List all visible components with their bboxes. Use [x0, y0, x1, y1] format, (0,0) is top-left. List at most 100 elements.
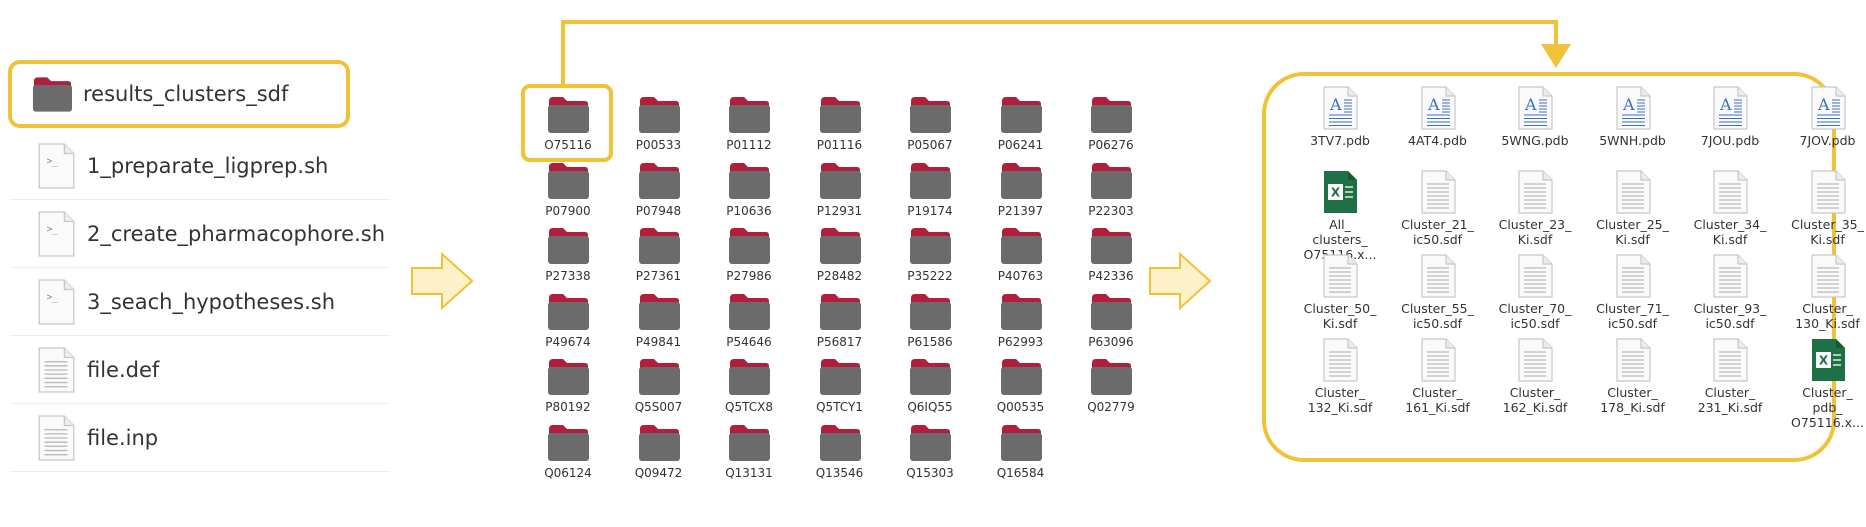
- folder-item[interactable]: P80192: [525, 355, 605, 419]
- folder-label: P63096: [1088, 334, 1134, 349]
- file-label: Cluster_ 162_Ki.sdf: [1502, 385, 1568, 415]
- folder-label: P54646: [726, 334, 772, 349]
- folder-label: Q15303: [906, 465, 954, 480]
- script-icon: >_: [36, 210, 76, 257]
- folder-item[interactable]: Q09472: [616, 421, 696, 485]
- folder-item[interactable]: P49841: [616, 290, 696, 354]
- folder-label: P07948: [635, 203, 682, 218]
- folder-item[interactable]: Q16584: [978, 421, 1058, 485]
- text-file-icon: [1712, 338, 1748, 382]
- folder-item[interactable]: P06276: [1068, 93, 1148, 157]
- file-label: 4AT4.pdb: [1408, 133, 1467, 148]
- folder-item[interactable]: P42336: [1068, 224, 1148, 288]
- list-item-label: file.inp: [87, 425, 159, 450]
- svg-text:>_: >_: [47, 155, 59, 166]
- folder-label: Q13546: [815, 465, 864, 480]
- folder-item[interactable]: Q02779: [1068, 355, 1148, 419]
- folder-item[interactable]: Q5TCX8: [706, 355, 786, 419]
- file-label: 7JOU.pdb: [1700, 133, 1760, 148]
- text-file-icon: [1517, 338, 1553, 382]
- folder-label: Q5TCX8: [725, 400, 773, 414]
- folder-item[interactable]: P01116: [797, 93, 877, 157]
- file-label: Cluster_70_ ic50.sdf: [1498, 301, 1572, 331]
- folder-item[interactable]: P06241: [978, 93, 1058, 157]
- folder-item[interactable]: P61586: [887, 290, 967, 354]
- svg-text:>_: >_: [47, 291, 59, 302]
- folder-item[interactable]: P19174: [887, 159, 967, 223]
- folder-item[interactable]: P00533: [616, 93, 696, 157]
- pdb-icon: A: [1517, 86, 1553, 130]
- folder-item[interactable]: P27986: [706, 224, 786, 288]
- right-arrow-icon: [411, 252, 474, 310]
- folder-label: P49841: [635, 334, 682, 349]
- folder-item[interactable]: P54646: [706, 290, 786, 354]
- spreadsheet-icon: X: [1810, 338, 1846, 382]
- folder-label: P27361: [635, 269, 682, 283]
- folder-item[interactable]: Q6IQ55: [887, 355, 967, 419]
- pdb-icon: A: [1322, 86, 1358, 130]
- folder-label: Q00535: [996, 400, 1045, 414]
- folder-item[interactable]: Q15303: [887, 421, 967, 485]
- folder-item[interactable]: Q06124: [525, 421, 605, 485]
- folder-item[interactable]: Q13546: [797, 421, 877, 485]
- folder-label: Q09472: [634, 465, 683, 480]
- folder-item[interactable]: Q13131: [706, 421, 786, 485]
- svg-text:>_: >_: [47, 223, 59, 234]
- file-label: Cluster_71_ ic50.sdf: [1596, 301, 1669, 331]
- folder-item[interactable]: P10636: [706, 159, 786, 223]
- folder-item[interactable]: P35222: [887, 224, 967, 288]
- list-item-label: 3_seach_hypotheses.sh: [87, 289, 336, 314]
- file-label: Cluster_34_ Ki.sdf: [1693, 217, 1767, 247]
- folder-item[interactable]: P01112: [706, 93, 786, 157]
- folder-label: P22303: [1088, 203, 1134, 218]
- folder-item[interactable]: P28482: [797, 224, 877, 288]
- text-file-icon: [1810, 254, 1846, 298]
- folder-item[interactable]: P40763: [978, 224, 1058, 288]
- folder-label: P21397: [997, 203, 1044, 218]
- list-item-label: results_clusters_sdf: [83, 82, 289, 106]
- list-item[interactable]: >_ 1_preparate_ligprep.sh: [10, 132, 390, 200]
- list-item-label: 1_preparate_ligprep.sh: [87, 153, 329, 178]
- folder-item[interactable]: P22303: [1068, 159, 1148, 223]
- file-label: 5WNG.pdb: [1501, 133, 1569, 148]
- folder-label: P27986: [726, 269, 772, 283]
- folder-item[interactable]: P12931: [797, 159, 877, 223]
- folder-label: P35222: [907, 269, 953, 283]
- folder-label: P80192: [545, 400, 591, 414]
- folder-item-selected[interactable]: O75116: [525, 93, 605, 157]
- text-file-icon: [1615, 170, 1651, 214]
- text-file-icon: [1420, 338, 1456, 382]
- list-item-selected[interactable]: results_clusters_sdf: [8, 60, 350, 128]
- folder-item[interactable]: P63096: [1068, 290, 1148, 354]
- svg-text:X: X: [1331, 186, 1341, 200]
- folder-label: P06276: [1088, 138, 1134, 152]
- folder-label: P40763: [997, 269, 1044, 283]
- folder-item[interactable]: P27361: [616, 224, 696, 288]
- folder-item[interactable]: P05067: [887, 93, 967, 157]
- right-arrow-icon: [1149, 252, 1212, 310]
- file-label: Cluster_ 132_Ki.sdf: [1307, 385, 1373, 415]
- folder-item[interactable]: P07900: [525, 159, 605, 223]
- file-list-panel: results_clusters_sdf >_ 1_preparate_ligpr…: [8, 60, 390, 472]
- folder-item[interactable]: P62993: [978, 290, 1058, 354]
- folder-label: P61586: [907, 334, 953, 349]
- list-item[interactable]: >_ 2_create_pharmacophore.sh: [10, 200, 390, 268]
- text-file-icon: [1420, 254, 1456, 298]
- list-item[interactable]: file.inp: [10, 404, 390, 472]
- folder-item[interactable]: Q5TCY1: [797, 355, 877, 419]
- folder-label: P06241: [997, 138, 1044, 152]
- folder-label: Q06124: [544, 465, 592, 480]
- folder-item[interactable]: P49674: [525, 290, 605, 354]
- file-label: Cluster_55_ ic50.sdf: [1401, 301, 1474, 331]
- list-item[interactable]: file.def: [10, 336, 390, 404]
- folder-label: P42336: [1088, 269, 1134, 283]
- folder-item[interactable]: P21397: [978, 159, 1058, 223]
- folder-label: Q02779: [1087, 400, 1135, 414]
- folder-item[interactable]: P07948: [616, 159, 696, 223]
- folder-item[interactable]: Q5S007: [616, 355, 696, 419]
- folder-item[interactable]: P27338: [525, 224, 605, 288]
- folder-item[interactable]: Q00535: [978, 355, 1058, 419]
- list-item[interactable]: >_ 3_seach_hypotheses.sh: [10, 268, 390, 336]
- script-icon: >_: [36, 278, 76, 325]
- folder-item[interactable]: P56817: [797, 290, 877, 354]
